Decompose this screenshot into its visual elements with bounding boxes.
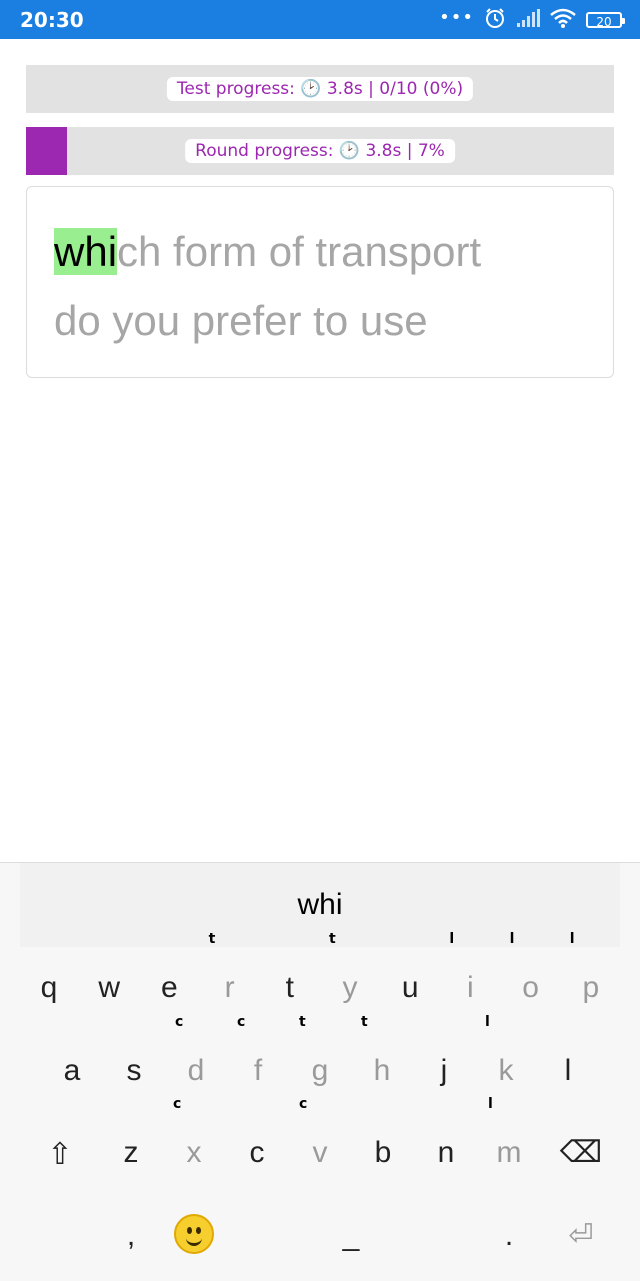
key-s[interactable]: s <box>104 1036 164 1106</box>
key-hint: c <box>173 1096 182 1112</box>
key-r[interactable]: r <box>200 953 260 1023</box>
key-v[interactable]: v <box>290 1118 350 1188</box>
key-y[interactable]: y <box>320 953 380 1023</box>
key-hint: t <box>361 1014 368 1030</box>
phrase-card: which form of transport do you prefer to… <box>26 186 614 378</box>
alarm-icon <box>484 7 506 33</box>
key-q[interactable]: q <box>19 953 79 1023</box>
round-progress-fill <box>26 127 68 175</box>
remaining-text-line2: do you prefer to use <box>54 297 428 344</box>
key-hint: l <box>509 931 515 947</box>
status-bar: 20:30 ••• 20 <box>0 0 640 39</box>
key-hint: c <box>237 1014 246 1030</box>
key-hint: c <box>299 1096 308 1112</box>
smiley-icon[interactable] <box>174 1214 214 1254</box>
key-f[interactable]: f <box>228 1036 288 1106</box>
key-hint: c <box>175 1014 184 1030</box>
key-p[interactable]: p <box>561 953 621 1023</box>
key-j[interactable]: j <box>414 1036 474 1106</box>
round-progress-label: Round progress: 🕑 3.8s | 7% <box>185 139 455 163</box>
period-key[interactable]: . <box>479 1201 539 1271</box>
status-time: 20:30 <box>20 8 84 32</box>
key-i[interactable]: i <box>440 953 500 1023</box>
typed-text: whi <box>54 228 118 275</box>
key-e[interactable]: e <box>139 953 199 1023</box>
key-hint: l <box>569 931 575 947</box>
key-w[interactable]: w <box>79 953 139 1023</box>
key-a[interactable]: a <box>42 1036 102 1106</box>
space-key[interactable]: _ <box>321 1201 381 1271</box>
wifi-icon <box>550 8 576 32</box>
comma-key[interactable]: , <box>101 1201 161 1271</box>
key-k[interactable]: k <box>476 1036 536 1106</box>
more-dots-icon: ••• <box>439 6 474 28</box>
key-hint: t <box>299 1014 306 1030</box>
key-hint: t <box>208 931 216 947</box>
remaining-text-line1: ch form of transport <box>117 228 482 275</box>
key-b[interactable]: b <box>353 1118 413 1188</box>
key-x[interactable]: x <box>164 1118 224 1188</box>
key-m[interactable]: m <box>479 1118 539 1188</box>
key-hint: l <box>449 931 455 947</box>
key-z[interactable]: z <box>101 1118 161 1188</box>
phrase-text: which form of transport do you prefer to… <box>54 217 574 355</box>
status-icons: ••• 20 <box>439 6 625 33</box>
key-hint: l <box>488 1096 493 1112</box>
test-progress-bar: Test progress: 🕑 3.8s | 0/10 (0%) <box>26 65 614 113</box>
key-n[interactable]: n <box>416 1118 476 1188</box>
suggestion-bar[interactable]: whi <box>20 863 620 947</box>
backspace-key[interactable]: ⌫ <box>551 1118 611 1188</box>
battery-icon: 20 <box>586 12 625 29</box>
key-o[interactable]: o <box>501 953 561 1023</box>
signal-icon <box>516 8 540 32</box>
key-c[interactable]: c <box>227 1118 287 1188</box>
key-hint: t <box>329 931 336 947</box>
enter-key[interactable]: ⏎ <box>551 1201 611 1271</box>
key-h[interactable]: h <box>352 1036 412 1106</box>
key-u[interactable]: u <box>380 953 440 1023</box>
test-progress-label: Test progress: 🕑 3.8s | 0/10 (0%) <box>166 77 474 101</box>
shift-key[interactable]: ⇧ <box>30 1120 90 1190</box>
key-t[interactable]: t <box>260 953 320 1023</box>
key-l[interactable]: l <box>538 1036 598 1106</box>
key-hint: l <box>485 1014 490 1030</box>
round-progress-bar: Round progress: 🕑 3.8s | 7% <box>26 127 614 175</box>
